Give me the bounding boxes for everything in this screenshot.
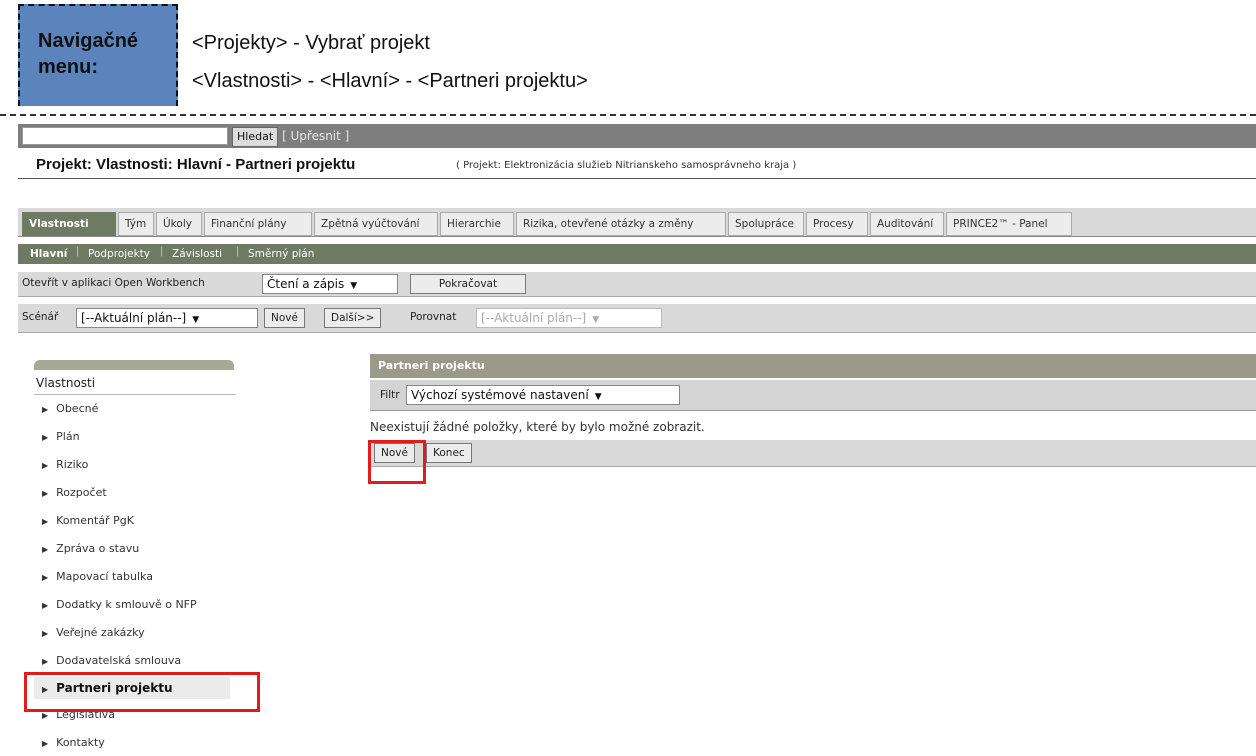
new-scenario-button[interactable]: Nové	[264, 308, 305, 328]
search-input[interactable]	[22, 127, 228, 145]
menu-item-rozpocet[interactable]: ▶ Rozpočet	[42, 486, 107, 499]
tab-zpetna-vyuctovani[interactable]: Zpětná vyúčtování	[314, 212, 438, 236]
menu-item-dodatky[interactable]: ▶ Dodatky k smlouvě o NFP	[42, 598, 197, 611]
filter-label: Filtr	[380, 389, 400, 401]
navigation-label-line1: Navigačné	[38, 30, 139, 52]
tab-prince2-panel[interactable]: PRINCE2™ - Panel	[946, 212, 1072, 236]
tab-financni-plany[interactable]: Finanční plány	[204, 212, 312, 236]
search-bar: Hledat [ Upřesnit ]	[18, 124, 1256, 148]
menu-item-label: Dodavatelská smlouva	[56, 654, 182, 667]
triangle-right-icon: ▶	[42, 433, 49, 442]
tab-ukoly[interactable]: Úkoly	[156, 212, 202, 236]
menu-item-label: Kontakty	[56, 736, 105, 749]
menu-item-kontakty[interactable]: ▶ Kontakty	[42, 736, 105, 749]
triangle-right-icon: ▶	[42, 461, 49, 470]
filter-bar: Filtr Výchozí systémové nastavení ▼	[370, 380, 1256, 411]
end-button[interactable]: Konec	[426, 443, 472, 463]
continue-button[interactable]: Pokračovat	[410, 274, 526, 294]
triangle-right-icon: ▶	[42, 739, 49, 748]
navigation-path-1: <Projekty> - Vybrať projekt	[192, 32, 430, 54]
menu-item-riziko[interactable]: ▶ Riziko	[42, 458, 88, 471]
refine-search-link[interactable]: [ Upřesnit ]	[282, 128, 349, 144]
menu-item-zprava-o-stavu[interactable]: ▶ Zpráva o stavu	[42, 542, 139, 555]
panel-title: Partneri projektu	[370, 354, 1256, 378]
menu-item-label: Veřejné zakázky	[56, 626, 145, 639]
triangle-right-icon: ▶	[42, 711, 49, 720]
navigation-label: Navigačné menu:	[18, 4, 178, 106]
open-workbench-toolbar: Otevřít v aplikaci Open Workbench Čtení …	[18, 272, 1256, 297]
menu-item-label: Komentář PgK	[56, 514, 134, 527]
menu-item-plan[interactable]: ▶ Plán	[42, 430, 80, 443]
highlight-menu-partneri	[24, 672, 260, 712]
tab-spoluprace[interactable]: Spolupráce	[728, 212, 804, 236]
highlight-new-button	[368, 440, 426, 484]
chevron-down-icon: ▼	[594, 392, 602, 402]
access-mode-select[interactable]: Čtení a zápis ▼	[262, 274, 398, 294]
tab-tym[interactable]: Tým	[118, 212, 154, 236]
panel-buttons: Nové Konec	[370, 440, 1256, 467]
triangle-right-icon: ▶	[42, 657, 49, 666]
left-panel-cap	[34, 360, 234, 370]
menu-item-komentar-pgk[interactable]: ▶ Komentář PgK	[42, 514, 134, 527]
menu-item-label: Mapovací tabulka	[56, 570, 153, 583]
chevron-down-icon: ▼	[350, 281, 358, 291]
subtab-separator: |	[236, 246, 240, 257]
compare-value: [--Aktuální plán--]	[481, 311, 587, 325]
menu-item-label: Plán	[56, 430, 80, 443]
triangle-right-icon: ▶	[42, 573, 49, 582]
menu-item-label: Rozpočet	[56, 486, 107, 499]
triangle-right-icon: ▶	[42, 517, 49, 526]
chevron-down-icon: ▼	[192, 315, 200, 325]
tab-rizika[interactable]: Rizika, otevřené otázky a změny	[516, 212, 726, 236]
menu-item-verejne-zakazky[interactable]: ▶ Veřejné zakázky	[42, 626, 145, 639]
triangle-right-icon: ▶	[42, 405, 49, 414]
chevron-down-icon: ▼	[592, 315, 600, 325]
navigation-instructions: Navigačné menu: <Projekty> - Vybrať proj…	[0, 0, 1256, 116]
subtab-separator: |	[160, 246, 164, 257]
scenario-toolbar: Scénář [--Aktuální plán--] ▼ Nové Další>>…	[18, 304, 1256, 333]
tab-hierarchie[interactable]: Hierarchie	[440, 212, 514, 236]
page-header: Projekt: Vlastnosti: Hlavní - Partneri p…	[18, 152, 1256, 179]
triangle-right-icon: ▶	[42, 629, 49, 638]
page-title: Projekt: Vlastnosti: Hlavní - Partneri p…	[36, 156, 356, 173]
tab-vlastnosti[interactable]: Vlastnosti	[22, 212, 116, 236]
scenario-value: [--Aktuální plán--]	[81, 311, 187, 325]
filter-select[interactable]: Výchozí systémové nastavení ▼	[406, 385, 680, 405]
scenario-label: Scénář	[22, 311, 59, 323]
scenario-select[interactable]: [--Aktuální plán--] ▼	[76, 308, 258, 328]
next-scenario-button[interactable]: Další>>	[324, 308, 382, 328]
navigation-label-line2: menu:	[38, 56, 98, 78]
search-button[interactable]: Hledat	[232, 127, 279, 147]
compare-label: Porovnat	[410, 311, 457, 323]
menu-item-label: Obecné	[56, 402, 99, 415]
triangle-right-icon: ▶	[42, 489, 49, 498]
open-workbench-label: Otevřít v aplikaci Open Workbench	[22, 277, 205, 289]
triangle-right-icon: ▶	[42, 545, 49, 554]
navigation-path-2: <Vlastnosti> - <Hlavní> - <Partneri proj…	[192, 70, 588, 92]
tab-procesy[interactable]: Procesy	[806, 212, 868, 236]
project-subtitle: ( Projekt: Elektronizácia služieb Nitria…	[456, 160, 797, 171]
sub-tabs: Hlavní | Podprojekty | Závislosti | Směr…	[18, 244, 1256, 264]
menu-item-dodavatelska-smlouva[interactable]: ▶ Dodavatelská smlouva	[42, 654, 181, 667]
menu-item-label: Riziko	[56, 458, 89, 471]
menu-item-label: Dodatky k smlouvě o NFP	[56, 598, 197, 611]
left-menu-header: Vlastnosti	[34, 372, 236, 395]
subtab-smerny-plan[interactable]: Směrný plán	[248, 247, 314, 261]
triangle-right-icon: ▶	[42, 601, 49, 610]
main-tabs: Vlastnosti Tým Úkoly Finanční plány Zpět…	[18, 208, 1256, 237]
tab-auditovani[interactable]: Auditování	[870, 212, 944, 236]
subtab-podprojekty[interactable]: Podprojekty	[88, 247, 150, 261]
menu-item-label: Zpráva o stavu	[56, 542, 140, 555]
subtab-zavislosti[interactable]: Závislosti	[172, 247, 222, 261]
subtab-separator: |	[76, 246, 80, 257]
compare-select[interactable]: [--Aktuální plán--] ▼	[476, 308, 662, 328]
access-mode-value: Čtení a zápis	[267, 277, 345, 291]
menu-item-obecne[interactable]: ▶ Obecné	[42, 402, 98, 415]
subtab-hlavni[interactable]: Hlavní	[30, 247, 67, 261]
filter-value: Výchozí systémové nastavení	[411, 388, 589, 402]
menu-item-mapovaci-tabulka[interactable]: ▶ Mapovací tabulka	[42, 570, 153, 583]
empty-list-message: Neexistují žádné položky, které by bylo …	[370, 420, 705, 434]
